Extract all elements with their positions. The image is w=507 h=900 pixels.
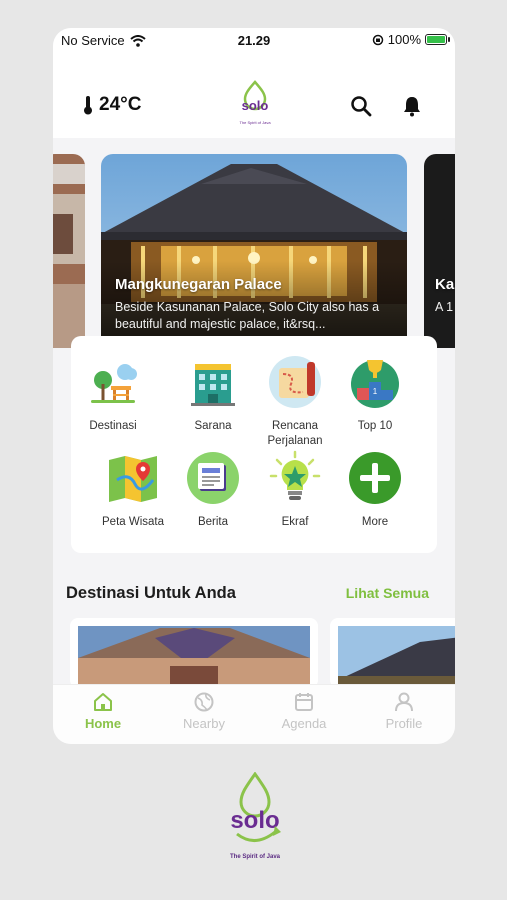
tab-label: Home [84,716,122,731]
bottom-navigation: Home Nearby Agenda Profile [53,684,455,744]
user-icon [395,692,413,712]
menu-label: Ekraf [281,516,309,528]
tab-label: Nearby [183,716,225,731]
menu-berita[interactable]: Berita [171,450,255,530]
search-icon[interactable] [349,94,373,118]
status-right: 100% [372,32,450,47]
tab-nearby[interactable]: Nearby [164,691,244,731]
menu-peta-wisata[interactable]: Peta Wisata [91,450,175,530]
menu-label: More [361,516,389,528]
solo-logo: solo The Spirit of Java [239,80,271,125]
card-description: Beside Kasunanan Palace, Solo City also … [115,300,380,331]
battery-percent: 100% [387,32,421,47]
battery-icon [425,34,450,45]
carousel-card[interactable]: Mangkunegaran Palace Beside Kasunanan Pa… [101,154,407,348]
menu-ekraf[interactable]: Ekraf [253,450,337,530]
destination-card[interactable] [330,618,455,688]
rotation-lock-icon [372,34,383,45]
destination-card[interactable] [70,618,318,688]
menu-label: Top 10 [357,420,393,432]
map-pin-icon [109,456,157,502]
menu-label: Rencana Perjalanan [267,420,323,447]
menu-rencana-perjalanan[interactable]: Rencana Perjalanan [253,354,337,449]
tab-label: Agenda [281,716,327,731]
menu-label: Destinasi [89,420,137,432]
weather: 24°C [83,94,141,116]
card-title: Ka [435,276,455,293]
bell-icon[interactable] [400,94,424,118]
tab-agenda[interactable]: Agenda [264,691,344,731]
tab-home[interactable]: Home [63,691,143,731]
solo-brand-logo: solo The Spirit of Java [215,771,295,864]
carousel-card-next[interactable]: Ka A 1 Vill [424,154,455,348]
menu-more[interactable]: More [333,450,417,530]
globe-icon [194,692,214,712]
lightbulb-icon [269,450,321,500]
category-menu: Destinasi Sarana Rencana Perjalanan 1 To… [71,336,437,553]
menu-label: Sarana [194,420,232,432]
trophy-podium-icon: 1 [351,360,399,408]
park-icon [91,364,137,403]
menu-destinasi[interactable]: Destinasi [71,354,155,434]
calendar-icon [295,693,313,711]
logo-graphic: solo [230,771,281,842]
app-header: 24°C solo The Spirit of Java [53,52,455,138]
status-bar: No Service 21.29 100% [53,28,455,52]
svg-text:solo: solo [230,807,279,834]
home-icon [94,693,112,711]
menu-top-10[interactable]: 1 Top 10 [333,354,417,434]
card-description: A 1 Vill [435,300,455,314]
route-map-icon [269,356,321,408]
newspaper-icon [187,452,239,504]
carousel-card-prev[interactable] [53,154,85,348]
card-image [338,626,455,688]
svg-text:1: 1 [373,387,378,396]
temperature: 24°C [99,94,142,115]
plus-icon [349,452,401,504]
see-all-link[interactable]: Lihat Semua [346,585,429,601]
building-icon [191,364,235,406]
menu-sarana[interactable]: Sarana [171,354,255,434]
featured-carousel[interactable]: Mangkunegaran Palace Beside Kasunanan Pa… [53,154,455,350]
card-title: Mangkunegaran Palace [115,276,282,293]
phone-screen: No Service 21.29 100% 24°C solo The Spir… [53,28,455,744]
thermometer-icon [84,96,92,115]
menu-label: Berita [197,516,229,528]
footer-tagline: The Spirit of Java [229,854,280,860]
card-image [78,626,310,688]
tab-label: Profile [385,716,423,731]
menu-label: Peta Wisata [102,516,164,528]
tab-profile[interactable]: Profile [364,691,444,731]
section-title: Destinasi Untuk Anda [66,584,236,602]
logo-tagline: The Spirit of Java [239,120,271,125]
card-image [53,154,85,348]
svg-text:solo: solo [242,98,269,113]
